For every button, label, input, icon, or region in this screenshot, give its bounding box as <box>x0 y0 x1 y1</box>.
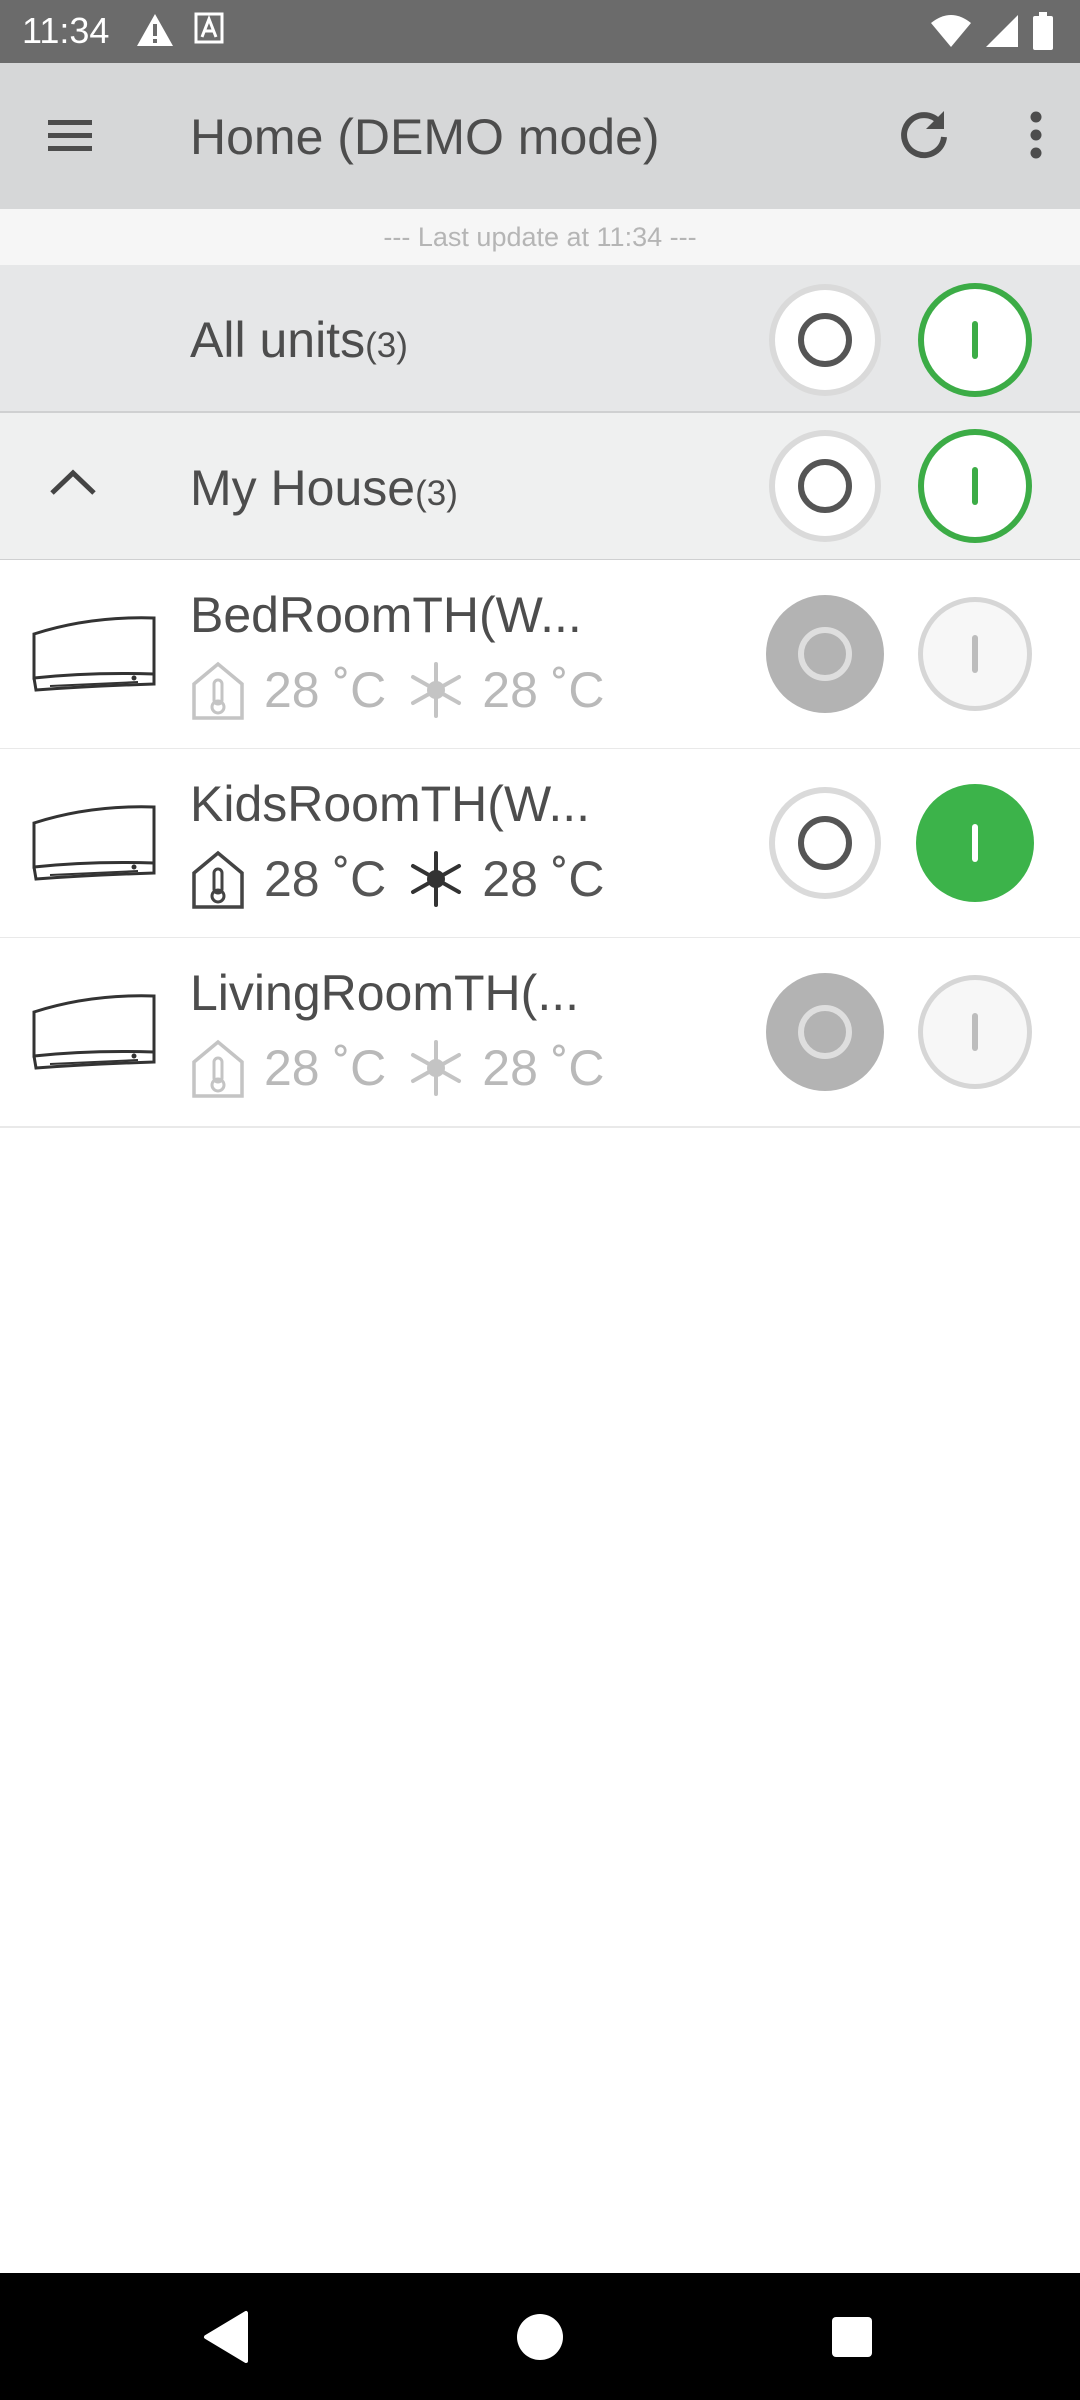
navigation-bar <box>0 2273 1080 2400</box>
collapse-toggle[interactable] <box>46 463 100 503</box>
power-off-icon <box>769 430 881 542</box>
unit-name: BedRoomTH(W... <box>190 587 582 643</box>
indoor-temperature: 28 ˚C <box>264 1040 387 1096</box>
power-off-icon <box>769 787 881 899</box>
indoor-temperature-icon <box>192 1039 244 1098</box>
chevron-up-icon <box>50 469 96 495</box>
power-off-icon <box>769 284 881 396</box>
home-button[interactable] <box>508 2305 572 2369</box>
warning-icon <box>136 12 174 53</box>
unit-name: KidsRoomTH(W... <box>190 776 591 832</box>
last-update-text: --- Last update at 11:34 --- <box>0 209 1080 265</box>
unit-on-button[interactable] <box>916 595 1034 713</box>
set-temperature: 28 ˚C <box>482 662 605 718</box>
unit-row-kidsroom[interactable]: KidsRoomTH(W... 28 ˚C 28 ˚C <box>0 749 1080 939</box>
power-on-icon <box>918 975 1032 1089</box>
group-count: (3) <box>415 474 458 513</box>
unit-name: LivingRoomTH(... <box>190 965 579 1021</box>
group-label: All units(3) <box>190 312 408 368</box>
power-on-icon <box>916 784 1034 902</box>
back-icon <box>204 2311 248 2363</box>
refresh-button[interactable] <box>892 103 956 167</box>
unit-row-bedroom[interactable]: BedRoomTH(W... 28 ˚C 28 ˚C <box>0 560 1080 750</box>
wifi-icon <box>930 13 972 54</box>
refresh-icon <box>901 111 947 159</box>
unit-on-button[interactable] <box>916 784 1034 902</box>
air-conditioner-icon <box>32 994 156 1070</box>
page-title: Home (DEMO mode) <box>190 109 660 165</box>
home-icon <box>517 2314 563 2360</box>
my-house-off-button[interactable] <box>766 427 884 545</box>
battery-icon <box>1032 12 1054 55</box>
menu-icon <box>48 120 92 151</box>
signal-icon <box>984 13 1020 54</box>
set-temperature: 28 ˚C <box>482 1040 605 1096</box>
unit-off-button[interactable] <box>766 595 884 713</box>
indoor-temperature: 28 ˚C <box>264 662 387 718</box>
power-on-icon <box>918 283 1032 397</box>
status-time: 11:34 <box>22 10 110 51</box>
status-bar: 11:34 <box>0 0 1080 63</box>
snowflake-icon <box>411 662 462 718</box>
air-conditioner-icon <box>32 805 156 881</box>
power-off-icon <box>766 595 884 713</box>
indoor-temperature-icon <box>192 661 244 720</box>
power-on-icon <box>918 429 1032 543</box>
power-on-icon <box>918 597 1032 711</box>
unit-off-button[interactable] <box>766 784 884 902</box>
indoor-temperature: 28 ˚C <box>264 851 387 907</box>
indoor-temperature-icon <box>192 850 244 909</box>
recents-icon <box>832 2317 872 2357</box>
snowflake-icon <box>411 851 462 907</box>
app-bar: Home (DEMO mode) <box>0 63 1080 209</box>
group-count: (3) <box>365 326 408 365</box>
group-row-my-house[interactable]: My House(3) <box>0 413 1080 562</box>
recents-button[interactable] <box>820 2305 884 2369</box>
a-box-icon <box>194 12 224 53</box>
power-off-icon <box>766 973 884 1091</box>
back-button[interactable] <box>196 2305 260 2369</box>
more-vert-icon <box>1030 111 1042 159</box>
snowflake-icon <box>411 1040 462 1096</box>
unit-row-livingroom[interactable]: LivingRoomTH(... 28 ˚C 28 ˚C <box>0 938 1080 1128</box>
group-row-all-units[interactable]: All units(3) <box>0 265 1080 414</box>
menu-button[interactable] <box>40 108 100 164</box>
more-options-button[interactable] <box>1018 103 1054 167</box>
all-units-off-button[interactable] <box>766 281 884 399</box>
group-label: My House(3) <box>190 460 458 516</box>
air-conditioner-icon <box>32 616 156 692</box>
all-units-on-button[interactable] <box>916 281 1034 399</box>
set-temperature: 28 ˚C <box>482 851 605 907</box>
my-house-on-button[interactable] <box>916 427 1034 545</box>
unit-off-button[interactable] <box>766 973 884 1091</box>
unit-on-button[interactable] <box>916 973 1034 1091</box>
